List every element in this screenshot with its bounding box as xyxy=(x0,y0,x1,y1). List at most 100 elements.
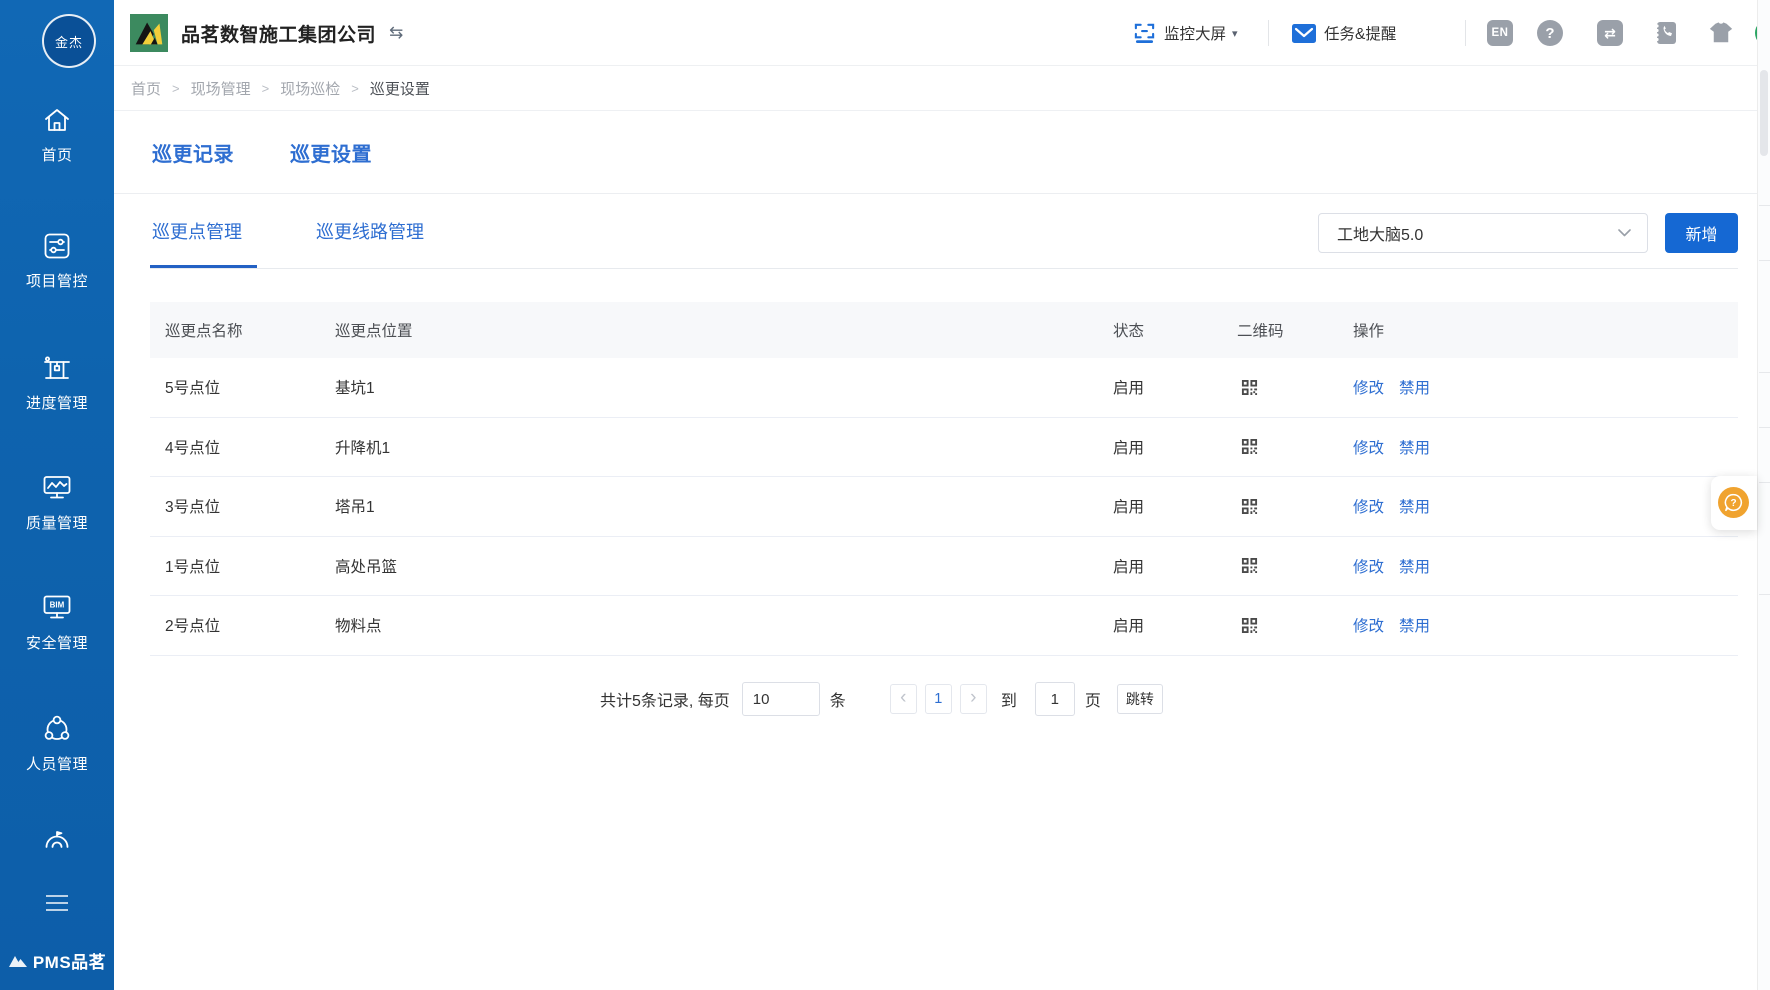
tab-patrol-records[interactable]: 巡更记录 xyxy=(152,138,234,167)
page-size-input[interactable] xyxy=(742,682,820,716)
pagination: 共计5条记录, 每页 条 ‹ 1 › 到 页 跳转 xyxy=(600,681,1163,717)
sliders-icon xyxy=(0,230,114,264)
sidebar-item-label: 安全管理 xyxy=(0,632,114,653)
table-row: 3号点位 塔吊1 启用 修改 禁用 xyxy=(150,477,1738,537)
sidebar-item-label: 进度管理 xyxy=(0,392,114,413)
sidebar-item-quality[interactable]: 质量管理 xyxy=(0,472,114,533)
add-button[interactable]: 新增 xyxy=(1665,213,1738,253)
sidebar-item-label: 项目管控 xyxy=(0,270,114,291)
breadcrumb-home[interactable]: 首页 xyxy=(131,78,161,99)
sidebar-item-project-control[interactable]: 项目管控 xyxy=(0,230,114,291)
svg-text:BIM: BIM xyxy=(50,601,65,610)
disable-link[interactable]: 禁用 xyxy=(1399,495,1430,517)
divider xyxy=(1268,20,1269,46)
edit-link[interactable]: 修改 xyxy=(1353,555,1384,577)
disable-link[interactable]: 禁用 xyxy=(1399,376,1430,398)
refresh-icon[interactable]: ⇄ xyxy=(1597,20,1623,46)
user-avatar[interactable]: 金杰 xyxy=(42,14,96,68)
crane-icon xyxy=(0,352,114,386)
qrcode-icon[interactable] xyxy=(1241,617,1258,634)
qrcode-icon[interactable] xyxy=(1241,557,1258,574)
theme-shirt-icon[interactable] xyxy=(1708,20,1734,46)
col-header-name: 巡更点名称 xyxy=(150,319,335,341)
sidebar-item-progress[interactable]: 进度管理 xyxy=(0,352,114,413)
scrollbar-thumb[interactable] xyxy=(1760,70,1768,156)
pms-logo: PMS品茗 xyxy=(0,948,114,973)
next-page-button[interactable]: › xyxy=(960,684,987,714)
col-header-location: 巡更点位置 xyxy=(335,319,1113,341)
point-location: 升降机1 xyxy=(335,436,1113,458)
envelope-icon xyxy=(1292,24,1316,43)
breadcrumb-site-management[interactable]: 现场管理 xyxy=(191,78,251,99)
divider xyxy=(1465,20,1466,46)
point-name: 2号点位 xyxy=(150,614,335,636)
breadcrumb-site-inspection[interactable]: 现场巡检 xyxy=(280,78,340,99)
col-header-actions: 操作 xyxy=(1353,319,1738,341)
monitor-chart-icon xyxy=(0,472,114,506)
sidebar-item-personnel[interactable]: 人员管理 xyxy=(0,713,114,774)
point-name: 5号点位 xyxy=(150,376,335,398)
bim-monitor-icon: BIM xyxy=(0,592,114,626)
subtab-patrol-routes[interactable]: 巡更线路管理 xyxy=(316,218,424,244)
qrcode-icon[interactable] xyxy=(1241,379,1258,396)
qrcode-icon[interactable] xyxy=(1241,438,1258,455)
monitor-screen-label: 监控大屏 xyxy=(1164,22,1226,44)
edit-link[interactable]: 修改 xyxy=(1353,614,1384,636)
edit-link[interactable]: 修改 xyxy=(1353,376,1384,398)
disable-link[interactable]: 禁用 xyxy=(1399,436,1430,458)
pms-mountain-icon xyxy=(8,953,28,968)
breadcrumb-separator: > xyxy=(262,81,270,96)
prev-page-button[interactable]: ‹ xyxy=(890,684,917,714)
disable-link[interactable]: 禁用 xyxy=(1399,555,1430,577)
company-name: 品茗数智施工集团公司 xyxy=(181,20,376,47)
chevron-down-icon: ▾ xyxy=(1232,27,1238,40)
goto-page-input[interactable] xyxy=(1035,682,1075,716)
pagination-summary: 共计5条记录, 每页 xyxy=(600,687,730,711)
goto-label: 到 xyxy=(1001,687,1017,711)
sidebar-item-more[interactable] xyxy=(0,828,114,862)
sidebar-item-safety[interactable]: BIM 安全管理 xyxy=(0,592,114,653)
page-tabs: 巡更记录 巡更设置 xyxy=(152,111,372,193)
language-toggle[interactable]: EN xyxy=(1487,20,1513,46)
project-select-value: 工地大脑5.0 xyxy=(1337,221,1618,245)
point-name: 3号点位 xyxy=(150,495,335,517)
point-name: 1号点位 xyxy=(150,555,335,577)
company-logo-icon xyxy=(130,14,168,52)
edit-link[interactable]: 修改 xyxy=(1353,436,1384,458)
pagination-unit: 条 xyxy=(830,687,846,711)
breadcrumb-separator: > xyxy=(172,81,180,96)
jump-button[interactable]: 跳转 xyxy=(1117,684,1163,714)
sidebar-collapse-button[interactable] xyxy=(0,895,114,911)
home-icon xyxy=(0,104,114,138)
point-location: 基坑1 xyxy=(335,376,1113,398)
sidebar-item-home[interactable]: 首页 xyxy=(0,104,114,165)
sidebar-item-label: 首页 xyxy=(0,144,114,165)
app-window: 金杰 首页 项目管控 xyxy=(0,0,1770,990)
edit-link[interactable]: 修改 xyxy=(1353,495,1384,517)
floating-help-button[interactable]: ? xyxy=(1711,476,1757,530)
patrol-points-table: 巡更点名称 巡更点位置 状态 二维码 操作 5号点位 基坑1 启用 修改 禁用 … xyxy=(150,302,1738,656)
sidebar: 金杰 首页 项目管控 xyxy=(0,0,114,990)
monitor-screen-icon xyxy=(1133,22,1156,44)
vertical-scrollbar[interactable] xyxy=(1757,0,1770,990)
monitor-screen-menu[interactable]: 监控大屏 ▾ xyxy=(1133,0,1238,66)
breadcrumb-separator: > xyxy=(351,81,359,96)
tasks-reminders-menu[interactable]: 任务&提醒 xyxy=(1292,0,1396,66)
col-header-qrcode: 二维码 xyxy=(1237,319,1353,341)
sub-tabs: 巡更点管理 巡更线路管理 xyxy=(152,194,424,268)
disable-link[interactable]: 禁用 xyxy=(1399,614,1430,636)
svg-text:?: ? xyxy=(1730,498,1736,509)
qrcode-icon[interactable] xyxy=(1241,498,1258,515)
table-row: 1号点位 高处吊篮 启用 修改 禁用 xyxy=(150,537,1738,597)
contacts-icon[interactable] xyxy=(1652,20,1678,46)
help-icon[interactable]: ? xyxy=(1537,20,1563,46)
help-bubble-icon: ? xyxy=(1718,487,1749,518)
tab-patrol-settings[interactable]: 巡更设置 xyxy=(290,138,372,167)
col-header-status: 状态 xyxy=(1113,319,1237,341)
point-status: 启用 xyxy=(1113,495,1237,517)
breadcrumb: 首页 > 现场管理 > 现场巡检 > 巡更设置 xyxy=(114,66,1770,111)
page-number-button[interactable]: 1 xyxy=(925,684,952,714)
subtab-patrol-points[interactable]: 巡更点管理 xyxy=(152,218,242,244)
switch-company-icon[interactable]: ⇆ xyxy=(389,23,403,43)
project-select[interactable]: 工地大脑5.0 xyxy=(1318,213,1648,253)
